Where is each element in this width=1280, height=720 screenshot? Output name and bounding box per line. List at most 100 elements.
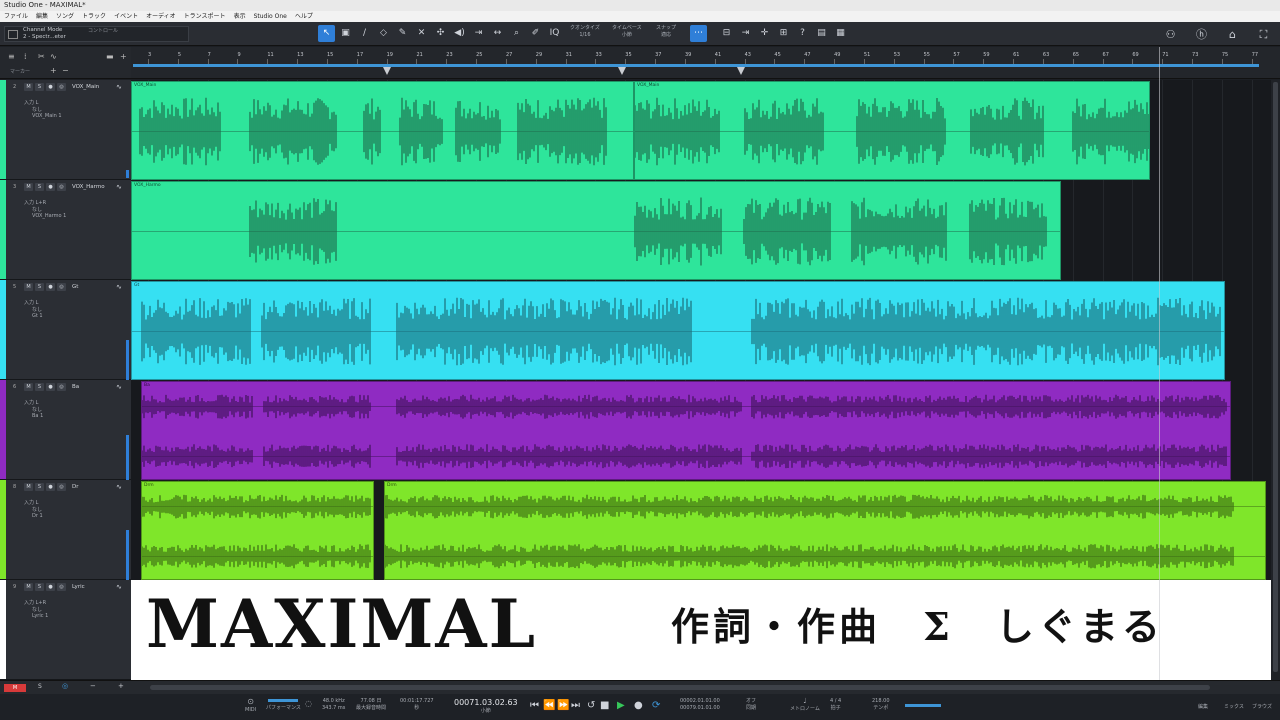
track-input[interactable]: 入力 L+R bbox=[24, 599, 46, 606]
monitor-button[interactable]: ◎ bbox=[57, 283, 66, 291]
loop-follow-icon[interactable]: ⇥ bbox=[737, 25, 754, 42]
crosshair-icon[interactable]: ✛ bbox=[756, 25, 773, 42]
seconds-display[interactable]: 00:01:17.727 秒 bbox=[400, 698, 434, 712]
mute-button[interactable]: M bbox=[24, 83, 33, 91]
audio-clip[interactable]: Drm bbox=[141, 481, 374, 580]
scroll-thumb[interactable] bbox=[150, 685, 1210, 690]
mix-tab[interactable]: ミックス bbox=[1224, 704, 1244, 711]
add-marker-icon[interactable]: + bbox=[50, 66, 57, 75]
mute-button[interactable]: M bbox=[24, 583, 33, 591]
waveform-icon[interactable]: ∿ bbox=[116, 583, 122, 591]
track-name[interactable]: VOX_Harmo bbox=[72, 184, 105, 190]
track-insert[interactable]: なし bbox=[32, 606, 42, 613]
eraser-tool-icon[interactable]: ◇ bbox=[375, 25, 392, 42]
record-arm-button[interactable]: ● bbox=[46, 183, 55, 191]
column-icon[interactable]: ⁞ bbox=[24, 52, 27, 61]
edit-icon[interactable]: ✐ bbox=[527, 25, 544, 42]
track-output[interactable]: Ba 1 bbox=[32, 413, 43, 419]
autoscroll-icon[interactable]: ⊟ bbox=[718, 25, 735, 42]
track-insert[interactable]: なし bbox=[32, 306, 42, 313]
marker-flag[interactable] bbox=[737, 67, 745, 75]
position-display[interactable]: 00071.03.02.63 小節 bbox=[454, 699, 518, 715]
monitor-icon[interactable]: ◎ bbox=[62, 682, 68, 690]
loop-range[interactable] bbox=[133, 64, 1259, 67]
track-insert[interactable]: なし bbox=[32, 106, 42, 113]
monitor-button[interactable]: ◎ bbox=[57, 383, 66, 391]
iq-label[interactable]: IQ bbox=[546, 25, 563, 42]
snap-toggle-icon[interactable]: ⋯ bbox=[690, 25, 707, 42]
monitor-button[interactable]: ◎ bbox=[57, 583, 66, 591]
track-input[interactable]: 入力 L bbox=[24, 299, 38, 306]
quantize-selector[interactable]: クオンタイズ 1/16 bbox=[570, 25, 600, 39]
metronome-display[interactable]: ♩ メトロノーム bbox=[790, 698, 820, 713]
loop-range-display[interactable]: 00002.01.01.00 00079.01.01.00 bbox=[680, 698, 720, 712]
monitor-button[interactable]: ◎ bbox=[57, 483, 66, 491]
add-track-icon[interactable]: + bbox=[120, 52, 127, 61]
audio-clip[interactable]: VOX_Main bbox=[634, 81, 1150, 180]
solo-button[interactable]: S bbox=[35, 383, 44, 391]
menu-edit[interactable]: 編集 bbox=[36, 11, 48, 22]
go-end-icon[interactable]: ⏭ bbox=[571, 700, 580, 711]
play-icon[interactable]: ▶ bbox=[617, 700, 625, 711]
track-input[interactable]: 入力 L bbox=[24, 499, 38, 506]
record-arm-button[interactable]: ● bbox=[46, 383, 55, 391]
menu-audio[interactable]: オーディオ bbox=[146, 11, 176, 22]
solo-button[interactable]: S bbox=[35, 583, 44, 591]
solo-button[interactable]: S bbox=[35, 283, 44, 291]
zoom-icon[interactable]: ⌕ bbox=[508, 25, 525, 42]
track-insert[interactable]: なし bbox=[32, 506, 42, 513]
bend-tool-icon[interactable]: ✣ bbox=[432, 25, 449, 42]
menu-file[interactable]: ファイル bbox=[4, 11, 28, 22]
home-icon[interactable]: ⌂ bbox=[1224, 26, 1241, 43]
track-header[interactable]: 8 M S ● ◎ Dr ∿ 入力 L なし Dr 1 bbox=[0, 480, 131, 580]
follow-icon[interactable]: ⇥ bbox=[470, 25, 487, 42]
help-icon[interactable]: ? bbox=[794, 25, 811, 42]
paint-tool-icon[interactable]: ✎ bbox=[394, 25, 411, 42]
track-insert[interactable]: なし bbox=[32, 406, 42, 413]
loop-toggle-icon[interactable]: ⟳ bbox=[652, 700, 660, 711]
track-name[interactable]: Lyric bbox=[72, 584, 85, 590]
record-arm-button[interactable]: ● bbox=[46, 83, 55, 91]
record-arm-button[interactable]: ● bbox=[46, 283, 55, 291]
edit-tab[interactable]: 編集 bbox=[1198, 704, 1208, 711]
track-input[interactable]: 入力 L bbox=[24, 399, 38, 406]
panel-icon[interactable]: ▤ bbox=[813, 25, 830, 42]
arrow-tool-icon[interactable]: ↖ bbox=[318, 25, 335, 42]
split-tool-icon[interactable]: ∕ bbox=[356, 25, 373, 42]
tools-icon[interactable]: ✂ bbox=[38, 52, 45, 61]
signature-display[interactable]: 4 / 4 拍子 bbox=[830, 698, 841, 712]
mute-button[interactable]: M bbox=[24, 383, 33, 391]
playhead-cursor[interactable] bbox=[1159, 47, 1160, 680]
fast-forward-icon[interactable]: ⏩ bbox=[557, 700, 569, 711]
track-output[interactable]: VOX_Main 1 bbox=[32, 113, 62, 119]
audio-clip[interactable]: Ba bbox=[141, 381, 1231, 480]
midi-record-button[interactable]: M bbox=[4, 684, 26, 692]
menu-transport[interactable]: トランスポート bbox=[184, 11, 226, 22]
solo-button[interactable]: S bbox=[35, 183, 44, 191]
track-insert[interactable]: なし bbox=[32, 206, 42, 213]
waveform-icon[interactable]: ∿ bbox=[116, 283, 122, 291]
timebase-selector[interactable]: タイムベース 小節 bbox=[612, 25, 642, 39]
track-header[interactable]: 3 M S ● ◎ VOX_Harmo ∿ 入力 L+R なし VOX_Harmo 1 bbox=[0, 180, 131, 280]
track-output[interactable]: Gt 1 bbox=[32, 313, 43, 319]
plus-icon[interactable]: + bbox=[118, 682, 124, 690]
sync-display[interactable]: オフ 同期 bbox=[746, 698, 756, 712]
audio-clip[interactable]: Gt bbox=[131, 281, 1225, 380]
record-arm-button[interactable]: ● bbox=[46, 483, 55, 491]
waveform-icon[interactable]: ∿ bbox=[116, 483, 122, 491]
track-output[interactable]: Dr 1 bbox=[32, 513, 43, 519]
waveform-icon[interactable]: ∿ bbox=[116, 83, 122, 91]
solo-button[interactable]: S bbox=[35, 483, 44, 491]
help-circle-icon[interactable]: ⓗ bbox=[1193, 26, 1210, 43]
rewind-icon[interactable]: ⏪ bbox=[543, 700, 555, 711]
range-tool-icon[interactable]: ▣ bbox=[337, 25, 354, 42]
menu-view[interactable]: 表示 bbox=[234, 11, 246, 22]
audio-clip[interactable]: VOX_Harmo bbox=[131, 181, 1061, 280]
mute-button[interactable]: M bbox=[24, 483, 33, 491]
grid-icon[interactable]: ⊞ bbox=[775, 25, 792, 42]
browse-tab[interactable]: ブラウズ bbox=[1252, 704, 1272, 711]
track-input[interactable]: 入力 L+R bbox=[24, 199, 46, 206]
waveform-icon[interactable]: ∿ bbox=[116, 183, 122, 191]
loop-icon[interactable]: ↺ bbox=[587, 700, 595, 711]
audio-clip[interactable]: VOX_Main bbox=[131, 81, 634, 180]
